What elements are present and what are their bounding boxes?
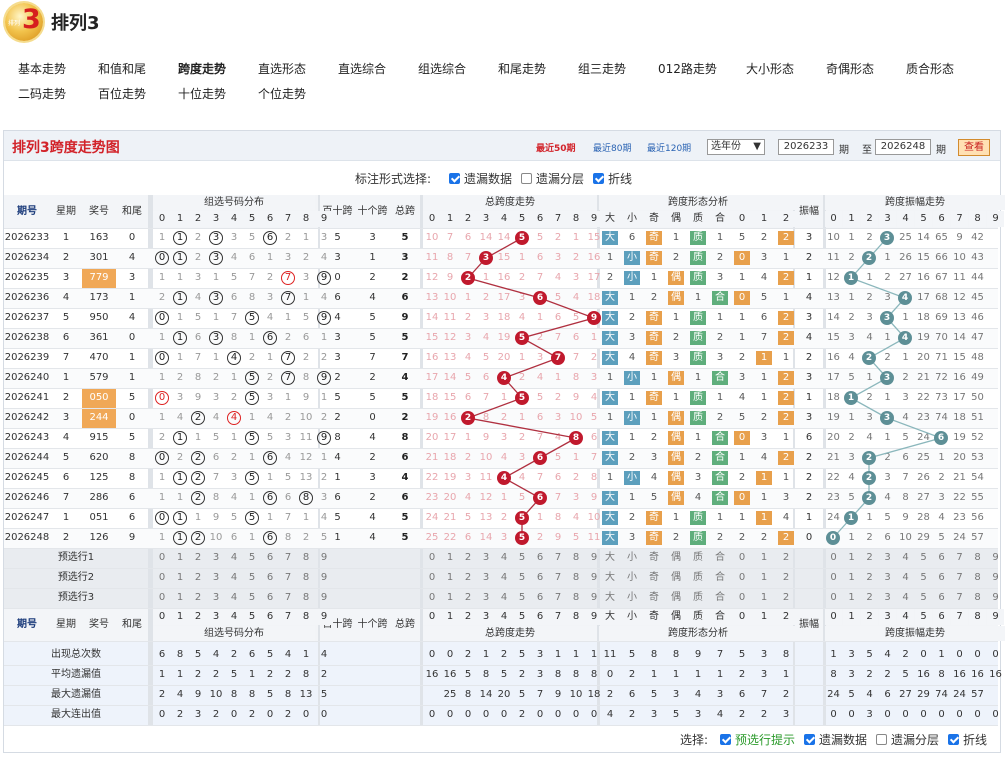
span-ball: 2: [461, 411, 475, 425]
span-ball: 4: [497, 371, 511, 385]
span-ball: 6: [533, 451, 547, 465]
amplitude-ball: 4: [898, 331, 912, 345]
amplitude-ball: 2: [862, 451, 876, 465]
span-ball: 8: [569, 431, 583, 445]
amplitude-ball: 3: [880, 311, 894, 325]
span-ball: 7: [551, 351, 565, 365]
span-ball: 5: [515, 231, 529, 245]
amplitude-ball: 3: [880, 371, 894, 385]
span-ball: 6: [533, 291, 547, 305]
span-trend-line: [465, 237, 597, 538]
span-ball: 5: [515, 531, 529, 545]
span-ball: 3: [479, 251, 493, 265]
span-ball: 2: [461, 271, 475, 285]
span-ball: 5: [515, 511, 529, 525]
amplitude-ball: 1: [844, 511, 858, 525]
span-ball: 6: [533, 491, 547, 505]
amplitude-ball: 6: [934, 431, 948, 445]
amplitude-ball: 3: [880, 231, 894, 245]
amplitude-ball: 1: [844, 271, 858, 285]
span-ball: 5: [515, 391, 529, 405]
amplitude-ball: 1: [844, 391, 858, 405]
span-ball: 5: [515, 331, 529, 345]
span-ball: 9: [587, 311, 601, 325]
amplitude-ball: 4: [898, 291, 912, 305]
amplitude-ball: 2: [862, 471, 876, 485]
trend-table: 期号 星期 奖号 和尾 组选号码分布 百十跨 十个跨 总跨 总跨度走势 跨度形态分析 振幅 跨度振幅走…: [0, 0, 1006, 758]
amplitude-ball: 2: [862, 351, 876, 365]
amplitude-ball: 3: [880, 411, 894, 425]
amplitude-ball: 2: [862, 491, 876, 505]
amplitude-ball: 2: [862, 251, 876, 265]
span-ball: 4: [497, 471, 511, 485]
amplitude-ball: 0: [826, 531, 840, 545]
